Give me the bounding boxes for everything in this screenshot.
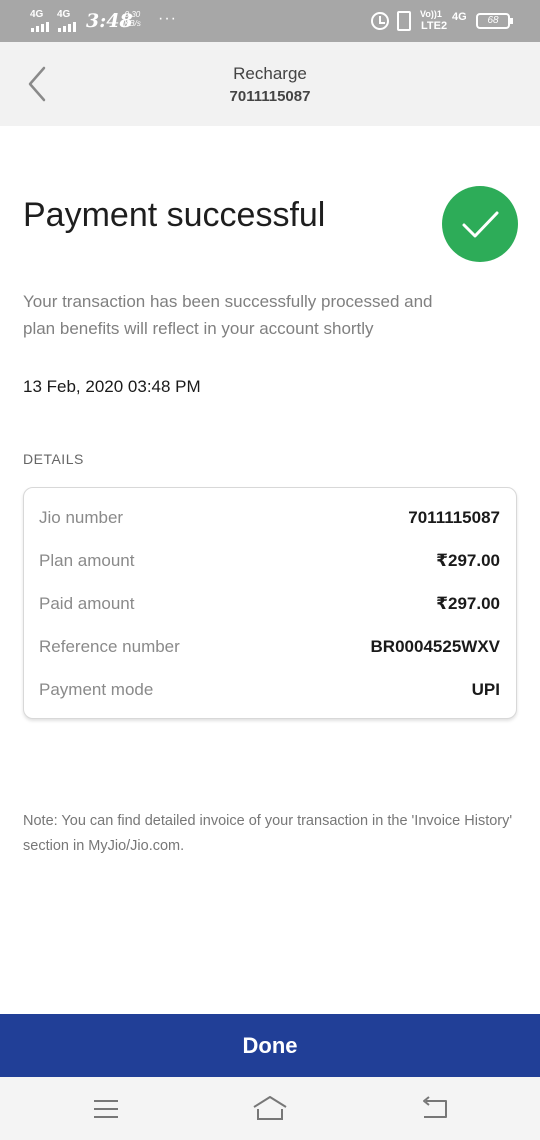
detail-row-payment-mode: Payment mode UPI [24, 680, 516, 704]
app-header: Recharge 7011115087 [0, 42, 540, 126]
payment-status-title: Payment successful [23, 196, 326, 234]
detail-label: Reference number [39, 637, 180, 656]
speed-value: 0.30 [124, 10, 141, 19]
more-notifications-icon: ··· [158, 10, 177, 27]
sim2-label: 4G [57, 9, 71, 20]
alarm-icon [371, 12, 389, 30]
detail-row-plan-amount: Plan amount ₹297.00 [24, 551, 516, 575]
detail-label: Paid amount [39, 594, 135, 613]
network-type-label: 4G [452, 11, 467, 23]
checkmark-icon [462, 211, 499, 238]
recent-apps-button[interactable] [86, 1091, 126, 1127]
menu-lines-icon [94, 1100, 118, 1118]
page-title: Recharge [233, 64, 307, 83]
back-nav-button[interactable] [416, 1091, 456, 1127]
detail-value: UPI [471, 680, 500, 699]
volte-label: Vo))1 [420, 9, 442, 19]
speed-unit: KB/s [124, 19, 141, 28]
signal-strength-icon [31, 22, 49, 32]
home-icon [253, 1096, 287, 1120]
invoice-note: Note: You can find detailed invoice of y… [23, 813, 513, 854]
done-button[interactable]: Done [0, 1014, 540, 1077]
transaction-description: Your transaction has been successfully p… [23, 292, 433, 338]
battery-icon: 68 [476, 13, 513, 29]
detail-label: Payment mode [39, 680, 154, 699]
detail-value: BR0004525WXV [370, 637, 500, 656]
page-subtitle-number: 7011115087 [229, 88, 311, 105]
detail-label: Plan amount [39, 551, 135, 570]
detail-value: ₹297.00 [436, 594, 500, 613]
success-check-icon [442, 186, 518, 262]
status-bar: 4G 4G 3:48 0.30 KB/s ··· Vo))1 LTE2 4G 6… [0, 0, 540, 42]
home-button[interactable] [250, 1091, 290, 1127]
detail-row-reference-number: Reference number BR0004525WXV [24, 637, 516, 661]
detail-value: 7011115087 [408, 508, 500, 527]
detail-row-jio-number: Jio number 7011115087 [24, 508, 516, 532]
details-card: Jio number 7011115087 Plan amount ₹297.0… [23, 487, 517, 719]
detail-value: ₹297.00 [436, 551, 500, 570]
signal-strength-icon [58, 22, 76, 32]
system-nav-bar [0, 1077, 540, 1140]
detail-label: Jio number [39, 508, 124, 527]
network-speed: 0.30 KB/s [124, 10, 141, 28]
lte-label: LTE2 [421, 20, 448, 32]
details-section-label: DETAILS [23, 451, 84, 467]
return-icon [423, 1096, 447, 1118]
vibrate-icon [397, 11, 411, 31]
transaction-timestamp: 13 Feb, 2020 03:48 PM [23, 377, 201, 396]
sim1-label: 4G [30, 9, 44, 20]
detail-row-paid-amount: Paid amount ₹297.00 [24, 594, 516, 618]
